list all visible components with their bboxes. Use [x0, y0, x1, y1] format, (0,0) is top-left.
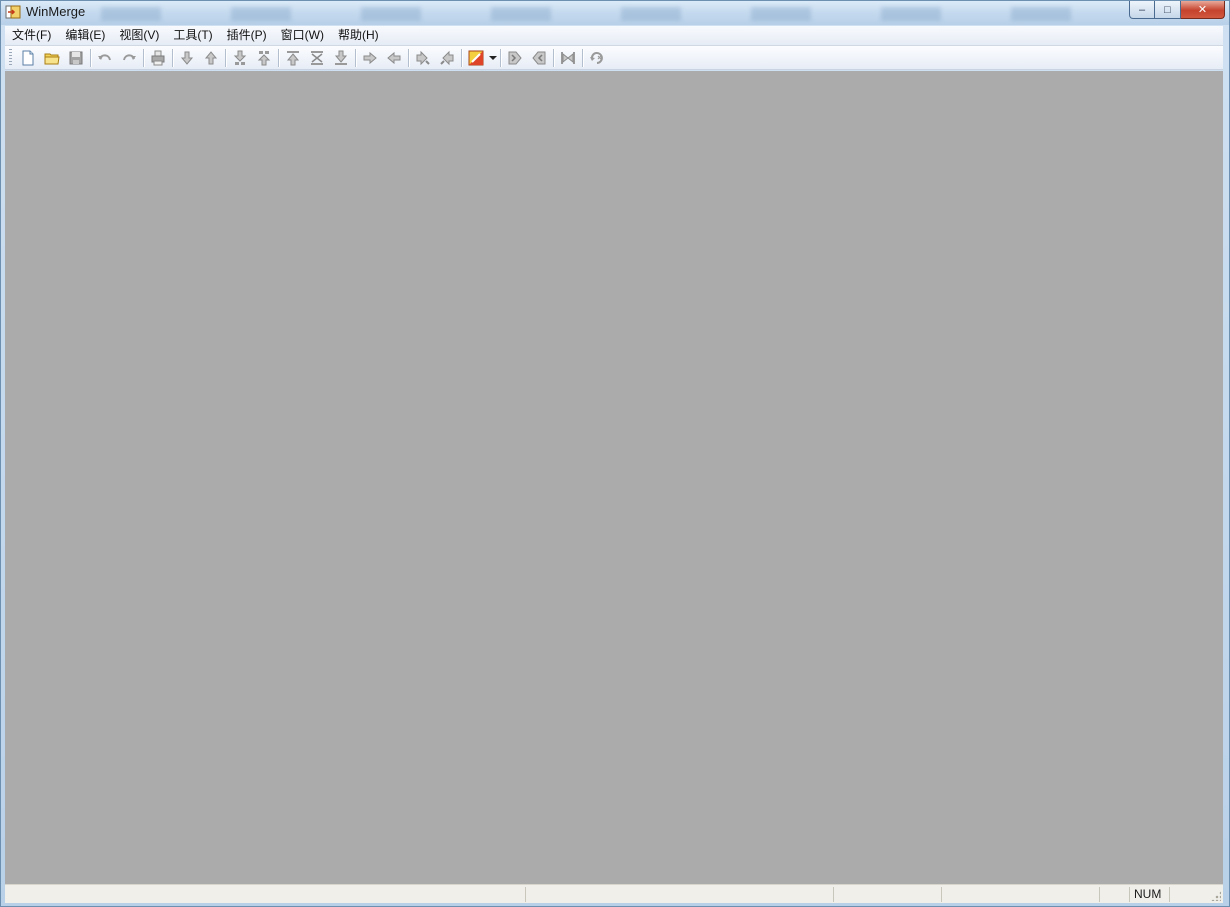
toolbar-separator	[355, 48, 356, 67]
copy-all-right-icon	[508, 51, 522, 64]
status-bar: NUM	[5, 884, 1223, 903]
window-title: WinMerge	[26, 4, 86, 19]
toolbar-separator	[143, 48, 144, 67]
menu-tools[interactable]: 工具(T)	[166, 26, 219, 45]
redo-button[interactable]	[117, 47, 141, 69]
num-lock-indicator: NUM	[1129, 887, 1169, 902]
next-difference-icon	[180, 51, 194, 65]
close-icon: ✕	[1197, 4, 1208, 16]
first-difference-button[interactable]	[281, 47, 305, 69]
options-icon	[468, 50, 484, 65]
menu-edit[interactable]: 编辑(E)	[58, 26, 112, 45]
copy-left-advance-icon	[440, 50, 454, 65]
previous-conflict-button[interactable]	[252, 47, 276, 69]
toolbar-separator	[225, 48, 226, 67]
toolbar-separator	[278, 48, 279, 67]
menu-window[interactable]: 窗口(W)	[274, 26, 331, 45]
save-button[interactable]	[64, 47, 88, 69]
previous-conflict-icon	[257, 50, 271, 65]
status-pane	[1169, 887, 1209, 902]
next-conflict-button[interactable]	[228, 47, 252, 69]
current-difference-icon	[311, 50, 323, 65]
toolbar-separator	[172, 48, 173, 67]
toolbar-grip[interactable]	[9, 48, 12, 67]
resize-grip-icon[interactable]	[1211, 891, 1221, 901]
new-button[interactable]	[16, 47, 40, 69]
caption-buttons: – □ ✕	[1129, 1, 1225, 19]
print-button[interactable]	[146, 47, 170, 69]
last-difference-button[interactable]	[329, 47, 353, 69]
toolbar	[5, 46, 1223, 70]
undo-icon	[98, 53, 111, 60]
status-pane	[525, 887, 833, 902]
current-difference-button[interactable]	[305, 47, 329, 69]
background-taskbar-blur	[101, 7, 1101, 21]
menu-bar: 文件(F) 编辑(E) 视图(V) 工具(T) 插件(P) 窗口(W) 帮助(H…	[5, 26, 1223, 46]
merge-all-button[interactable]	[556, 47, 580, 69]
copy-left-icon	[387, 51, 401, 64]
menu-file[interactable]: 文件(F)	[5, 26, 58, 45]
toolbar-separator	[500, 48, 501, 67]
mdi-client-area[interactable]	[5, 71, 1223, 884]
num-lock-text: NUM	[1134, 887, 1162, 901]
toolbar-separator	[90, 48, 91, 67]
previous-difference-icon	[204, 50, 218, 64]
title-bar[interactable]: WinMerge – □ ✕	[1, 1, 1229, 25]
status-pane	[1099, 887, 1129, 902]
copy-right-icon	[363, 51, 377, 64]
redo-icon	[123, 53, 136, 60]
last-difference-icon	[334, 50, 348, 65]
options-button[interactable]	[464, 47, 488, 69]
next-conflict-icon	[233, 50, 247, 65]
refresh-icon	[590, 51, 603, 64]
toolbar-separator	[582, 48, 583, 67]
copy-all-left-button[interactable]	[527, 47, 551, 69]
toolbar-separator	[408, 48, 409, 67]
status-pane	[833, 887, 941, 902]
main-window: WinMerge – □ ✕ 文件(F) 编辑(E) 视图(V) 工具(T) 插…	[0, 0, 1230, 907]
menu-plugins[interactable]: 插件(P)	[220, 26, 274, 45]
open-folder-icon	[44, 53, 60, 64]
toolbar-separator	[553, 48, 554, 67]
refresh-button[interactable]	[585, 47, 609, 69]
dropdown-arrow-icon	[489, 55, 497, 60]
copy-all-right-button[interactable]	[503, 47, 527, 69]
options-dropdown-button[interactable]	[488, 47, 498, 69]
copy-left-advance-button[interactable]	[435, 47, 459, 69]
copy-right-advance-icon	[416, 50, 430, 65]
copy-all-left-icon	[532, 51, 546, 64]
previous-difference-button[interactable]	[199, 47, 223, 69]
menu-view[interactable]: 视图(V)	[112, 26, 166, 45]
print-icon	[151, 50, 165, 65]
maximize-button[interactable]: □	[1155, 1, 1181, 19]
minimize-icon: –	[1138, 3, 1146, 16]
first-difference-icon	[286, 50, 300, 65]
open-button[interactable]	[40, 47, 64, 69]
copy-right-button[interactable]	[358, 47, 382, 69]
maximize-icon: □	[1164, 3, 1171, 16]
status-pane	[941, 887, 1099, 902]
close-button[interactable]: ✕	[1181, 1, 1225, 19]
minimize-button[interactable]: –	[1129, 1, 1155, 19]
new-document-icon	[22, 50, 34, 65]
winmerge-logo-icon	[5, 5, 21, 19]
undo-button[interactable]	[93, 47, 117, 69]
copy-right-advance-button[interactable]	[411, 47, 435, 69]
next-difference-button[interactable]	[175, 47, 199, 69]
toolbar-separator	[461, 48, 462, 67]
menu-help[interactable]: 帮助(H)	[331, 26, 386, 45]
merge-all-icon	[561, 51, 575, 64]
copy-left-button[interactable]	[382, 47, 406, 69]
save-icon	[69, 51, 83, 64]
